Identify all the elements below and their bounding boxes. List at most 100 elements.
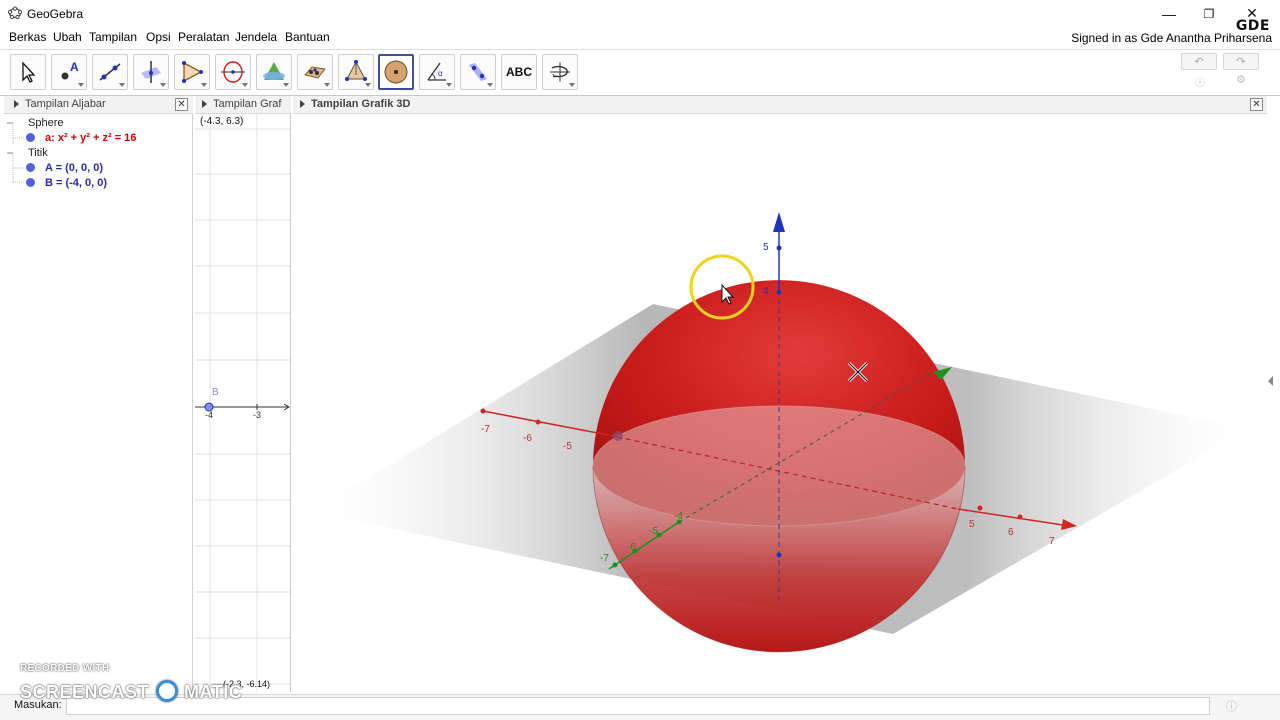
redo-icon: ↷ xyxy=(1236,56,1246,68)
close-icon: ✕ xyxy=(1252,99,1261,110)
close-algebra-panel-button[interactable]: ✕ xyxy=(175,98,188,111)
watermark-caption: RECORDED WITH xyxy=(20,663,110,674)
z-label: 4 xyxy=(763,286,769,297)
algebra-item-point-b[interactable]: B = (-4, 0, 0) xyxy=(26,177,107,189)
svg-text:α: α xyxy=(438,69,443,78)
help-icon[interactable]: ⓘ xyxy=(1195,74,1205,89)
menu-ubah[interactable]: Ubah xyxy=(53,30,82,44)
svg-text:A: A xyxy=(70,60,79,74)
y-label: -5 xyxy=(649,526,658,537)
intersect-surfaces-tool-button[interactable] xyxy=(256,54,292,90)
collapse-triangle-icon[interactable] xyxy=(300,100,305,109)
graphics3d-panel-header[interactable]: Tampilan Grafik 3D xyxy=(293,96,1267,114)
y-label: -7 xyxy=(600,553,609,564)
signed-in-status[interactable]: Signed in as Gde Anantha Priharsena xyxy=(1071,31,1272,45)
menu-tampilan[interactable]: Tampilan xyxy=(89,30,137,44)
y-label: -6 xyxy=(627,542,636,553)
visibility-toggle[interactable] xyxy=(26,133,35,142)
intersect-surfaces-tool-icon xyxy=(263,62,285,80)
window-title: GeoGebra xyxy=(27,7,84,21)
menu-opsi[interactable]: Opsi xyxy=(146,30,171,44)
point-b-3d[interactable] xyxy=(613,431,623,441)
point-b-label: B xyxy=(212,387,219,398)
plane-tool-button[interactable] xyxy=(297,54,333,90)
graphics-2d-view[interactable]: (-4.3, 6.3) B -4 -3 (-2.3, -6.14) xyxy=(195,114,291,692)
z-label: 5 xyxy=(763,242,769,253)
restore-icon: ❐ xyxy=(1203,6,1215,21)
watermark-logo-icon xyxy=(155,680,178,702)
menu-peralatan[interactable]: Peralatan xyxy=(178,30,229,44)
x-label: 7 xyxy=(1049,536,1055,547)
angle-tool-icon: α xyxy=(427,62,446,81)
watermark-right: MATIC xyxy=(184,682,243,702)
pyramid-tool-button[interactable] xyxy=(338,54,374,90)
algebra-view: Sphere a: x² + y² + z² = 16 Titik A = (0… xyxy=(4,114,193,690)
sphere-tool-button[interactable] xyxy=(378,54,414,90)
gear-icon[interactable]: ⚙ xyxy=(1236,73,1246,86)
algebra-item-sphere-a[interactable]: a: x² + y² + z² = 16 xyxy=(26,132,136,144)
input-help-icon[interactable]: ⓘ xyxy=(1226,698,1237,714)
close-3d-panel-button[interactable]: ✕ xyxy=(1250,98,1263,111)
menu-bantuan[interactable]: Bantuan xyxy=(285,30,330,44)
circle-axis-tool-button[interactable] xyxy=(215,54,251,90)
collapse-triangle-icon[interactable] xyxy=(202,100,207,109)
restore-button[interactable]: ❐ xyxy=(1186,0,1232,27)
menu-jendela[interactable]: Jendela xyxy=(235,30,277,44)
y-label: -4 xyxy=(674,511,683,522)
top-left-coords: (-4.3, 6.3) xyxy=(200,116,244,127)
polygon-tool-button[interactable] xyxy=(174,54,210,90)
graphics3d-panel-title: Tampilan Grafik 3D xyxy=(311,98,411,110)
reflect-tool-button[interactable] xyxy=(460,54,496,90)
perpendicular-line-tool-button[interactable] xyxy=(133,54,169,90)
close-icon: ✕ xyxy=(177,99,186,110)
line-tool-icon xyxy=(99,63,121,81)
algebra-panel-title: Tampilan Aljabar xyxy=(25,98,106,110)
sphere-tool-icon xyxy=(384,60,408,84)
geogebra-logo-icon xyxy=(8,6,22,20)
text-tool-button[interactable]: ABC xyxy=(501,54,537,90)
algebra-item-point-a[interactable]: A = (0, 0, 0) xyxy=(26,162,103,174)
rotate-view-tool-button[interactable] xyxy=(542,54,578,90)
x-tick-label: -4 xyxy=(205,410,214,420)
point-tool-button[interactable]: A xyxy=(51,54,87,90)
x-tick-label: -3 xyxy=(253,410,262,420)
menu-berkas[interactable]: Berkas xyxy=(9,30,46,44)
algebra-group-titik[interactable]: Titik xyxy=(28,147,48,159)
x-label: -5 xyxy=(563,441,572,452)
x-label: -6 xyxy=(523,433,532,444)
reflect-tool-icon xyxy=(469,63,487,81)
x-label: 5 xyxy=(969,519,975,530)
redo-button[interactable]: ↷ xyxy=(1223,53,1259,70)
graphics-3d-canvas[interactable]: -7 -6 -5 5 6 7 5 4 -4 -6 -7 -5 xyxy=(293,114,1267,692)
algebra-panel-header[interactable]: Tampilan Aljabar xyxy=(4,96,193,114)
angle-tool-button[interactable]: α xyxy=(419,54,455,90)
circle-axis-tool-icon xyxy=(221,61,245,83)
line-tool-button[interactable] xyxy=(92,54,128,90)
watermark-left: SCREENCAST xyxy=(20,682,150,702)
perpendicular-line-tool-icon xyxy=(141,61,161,83)
algebra-item-text: A = (0, 0, 0) xyxy=(45,162,103,174)
side-panel-toggle-icon[interactable] xyxy=(1268,376,1273,386)
move-tool-button[interactable] xyxy=(10,54,46,90)
undo-button[interactable]: ↶ xyxy=(1181,53,1217,70)
x-label: 6 xyxy=(1008,527,1014,538)
minimize-icon: — xyxy=(1162,5,1176,22)
title-bar xyxy=(0,0,1280,27)
graphics-3d-view[interactable]: -7 -6 -5 5 6 7 5 4 -4 -6 -7 -5 xyxy=(293,114,1267,692)
undo-icon: ↶ xyxy=(1194,56,1204,68)
algebra-item-text: B = (-4, 0, 0) xyxy=(45,177,108,189)
text-tool-icon: ABC xyxy=(506,65,532,79)
pyramid-tool-icon xyxy=(345,60,367,81)
visibility-toggle[interactable] xyxy=(26,163,35,172)
point-tool-icon: A xyxy=(61,60,79,80)
graphics-2d-canvas[interactable] xyxy=(195,114,291,692)
plane-tool-icon xyxy=(304,66,326,79)
visibility-toggle[interactable] xyxy=(26,178,35,187)
rotate-view-tool-icon xyxy=(550,62,570,82)
collapse-triangle-icon[interactable] xyxy=(14,100,19,109)
algebra-group-sphere[interactable]: Sphere xyxy=(28,117,63,129)
algebra-item-text: a: x² + y² + z² = 16 xyxy=(45,132,137,144)
move-tool-icon xyxy=(22,61,36,83)
polygon-tool-icon xyxy=(182,61,203,83)
graphics2d-panel-header[interactable]: Tampilan Graf xyxy=(195,96,291,114)
